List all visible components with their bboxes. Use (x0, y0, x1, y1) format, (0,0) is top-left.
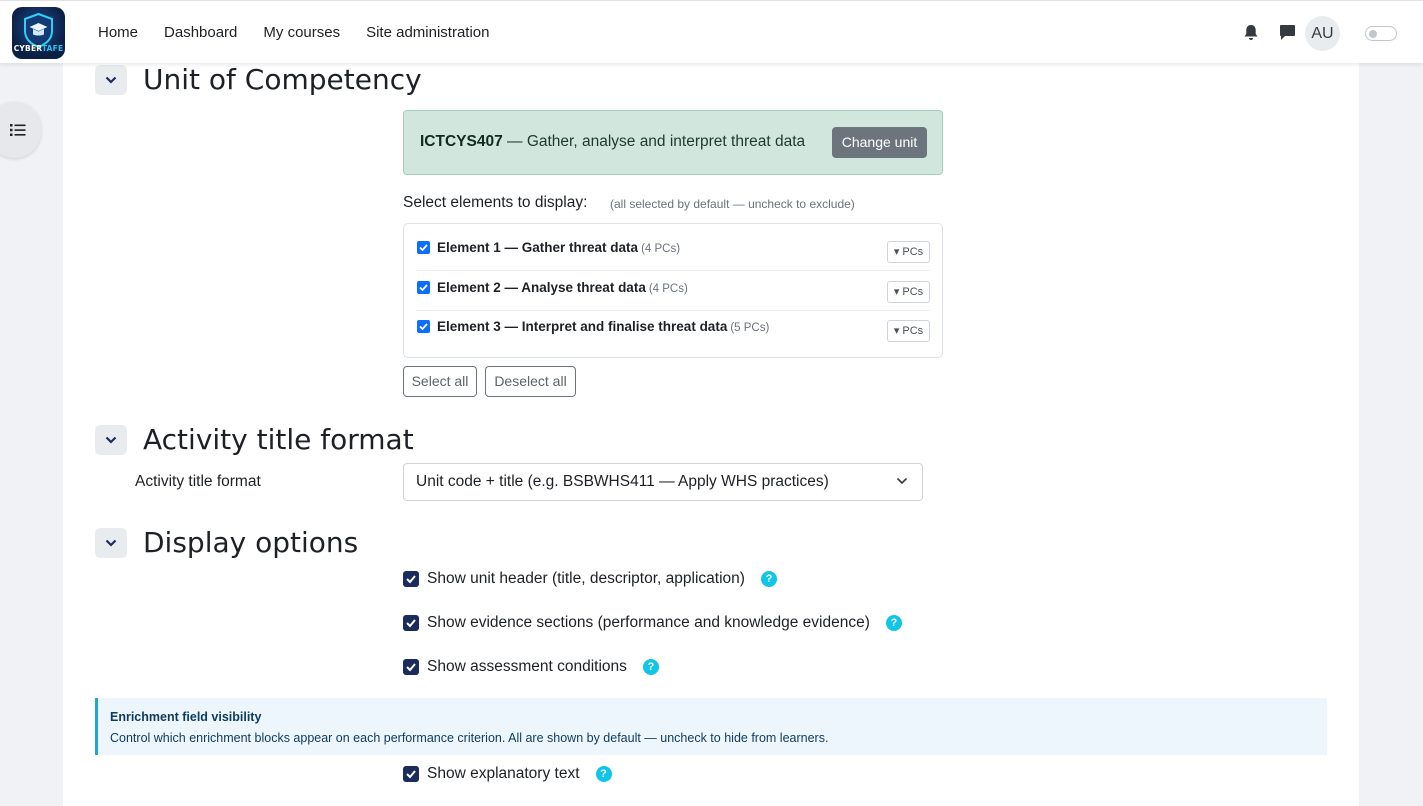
element-row: Element 2 — Analyse threat data (4 PCs) ▾… (416, 270, 930, 310)
expand-pcs-button[interactable]: ▾ PCs (887, 281, 930, 303)
section-title: Display options (143, 526, 359, 559)
nav-link-dashboard[interactable]: Dashboard (164, 24, 237, 41)
element-pc-count: (4 PCs) (648, 283, 688, 295)
element-label: Element 1 — Gather threat data (4 PCs) (437, 240, 681, 255)
element-checkbox[interactable] (417, 241, 430, 254)
element-checkbox[interactable] (417, 281, 430, 294)
main-content: Unit of Competency ICTCYS407 — Gather, a… (63, 63, 1359, 806)
section-header-unit: Unit of Competency (95, 63, 422, 96)
selected-value: Unit code + title (e.g. BSBWHS411 — Appl… (416, 473, 829, 490)
section-title: Unit of Competency (143, 63, 422, 96)
activity-title-format-select[interactable]: Unit code + title (e.g. BSBWHS411 — Appl… (403, 463, 923, 501)
section-title: Activity title format (143, 423, 414, 456)
option-checkbox[interactable] (403, 659, 419, 675)
element-row: Element 3 — Interpret and finalise threa… (416, 310, 930, 350)
collapse-display-options-section-button[interactable] (95, 527, 127, 558)
element-label: Element 3 — Interpret and finalise threa… (437, 319, 770, 334)
select-all-button[interactable]: Select all (403, 366, 477, 397)
enrichment-info-box: Enrichment field visibility Control whic… (95, 698, 1327, 755)
unit-code: ICTCYS407 (420, 133, 503, 150)
option-checkbox[interactable] (403, 766, 419, 782)
element-row: Element 1 — Gather threat data (4 PCs) ▾ … (416, 224, 930, 264)
option-label: Show unit header (title, descriptor, app… (427, 570, 745, 587)
help-icon[interactable]: ? (595, 766, 612, 782)
change-unit-button[interactable]: Change unit (832, 127, 927, 158)
list-icon (10, 124, 26, 136)
option-checkbox[interactable] (403, 571, 419, 587)
section-header-title-format: Activity title format (95, 423, 414, 456)
select-elements-hint: (all selected by default — uncheck to ex… (610, 197, 855, 211)
expand-pcs-button[interactable]: ▾ PCs (887, 320, 930, 342)
chat-icon[interactable] (1279, 24, 1297, 42)
chevron-down-icon (105, 539, 117, 547)
activity-title-format-label: Activity title format (135, 473, 261, 490)
element-pc-count: (5 PCs) (730, 322, 770, 334)
option-label: Show assessment conditions (427, 658, 627, 675)
element-label: Element 2 — Analyse threat data (4 PCs) (437, 280, 688, 295)
nav-link-home[interactable]: Home (98, 24, 138, 41)
option-row: Show evidence sections (performance and … (403, 614, 902, 632)
chevron-down-icon (105, 76, 117, 84)
edit-mode-toggle[interactable] (1365, 26, 1397, 41)
info-description: Control which enrichment blocks appear o… (110, 731, 829, 745)
nav-link-my-courses[interactable]: My courses (263, 24, 340, 41)
option-row: Show assessment conditions ? (403, 658, 659, 676)
option-label: Show evidence sections (performance and … (427, 614, 870, 631)
expand-pcs-button[interactable]: ▾ PCs (887, 241, 930, 263)
help-icon[interactable]: ? (885, 615, 902, 631)
logo-wordmark: CYBERTAFE (13, 44, 64, 53)
collapse-unit-section-button[interactable] (95, 64, 127, 95)
bell-icon[interactable] (1243, 24, 1261, 42)
collapse-title-format-section-button[interactable] (95, 424, 127, 455)
element-pc-count: (4 PCs) (641, 243, 681, 255)
section-header-display-options: Display options (95, 526, 358, 559)
chevron-down-icon (896, 477, 908, 485)
help-icon[interactable]: ? (642, 659, 659, 675)
help-icon[interactable]: ? (760, 571, 777, 587)
primary-navigation: Home Dashboard My courses Site administr… (98, 24, 490, 41)
chevron-down-icon (105, 436, 117, 444)
elements-list: Element 1 — Gather threat data (4 PCs) ▾ … (403, 223, 943, 358)
deselect-all-button[interactable]: Deselect all (485, 366, 576, 397)
info-title: Enrichment field visibility (110, 710, 262, 724)
nav-link-site-administration[interactable]: Site administration (366, 24, 489, 41)
site-logo[interactable]: CYBERTAFE (12, 7, 65, 59)
unit-summary: ICTCYS407 — Gather, analyse and interpre… (420, 133, 805, 151)
element-checkbox[interactable] (417, 320, 430, 333)
option-label: Show explanatory text (427, 765, 580, 782)
course-index-toggle[interactable] (0, 102, 41, 158)
option-checkbox[interactable] (403, 615, 419, 631)
unit-title: — Gather, analyse and interpret threat d… (502, 133, 806, 150)
option-row: Show unit header (title, descriptor, app… (403, 570, 777, 588)
selected-unit-box: ICTCYS407 — Gather, analyse and interpre… (403, 110, 943, 175)
top-navbar: CYBERTAFE Home Dashboard My courses Site… (0, 0, 1423, 63)
option-row: Show explanatory text ? (403, 765, 612, 783)
select-elements-label: Select elements to display: (403, 194, 588, 211)
user-avatar[interactable]: AU (1305, 16, 1340, 51)
